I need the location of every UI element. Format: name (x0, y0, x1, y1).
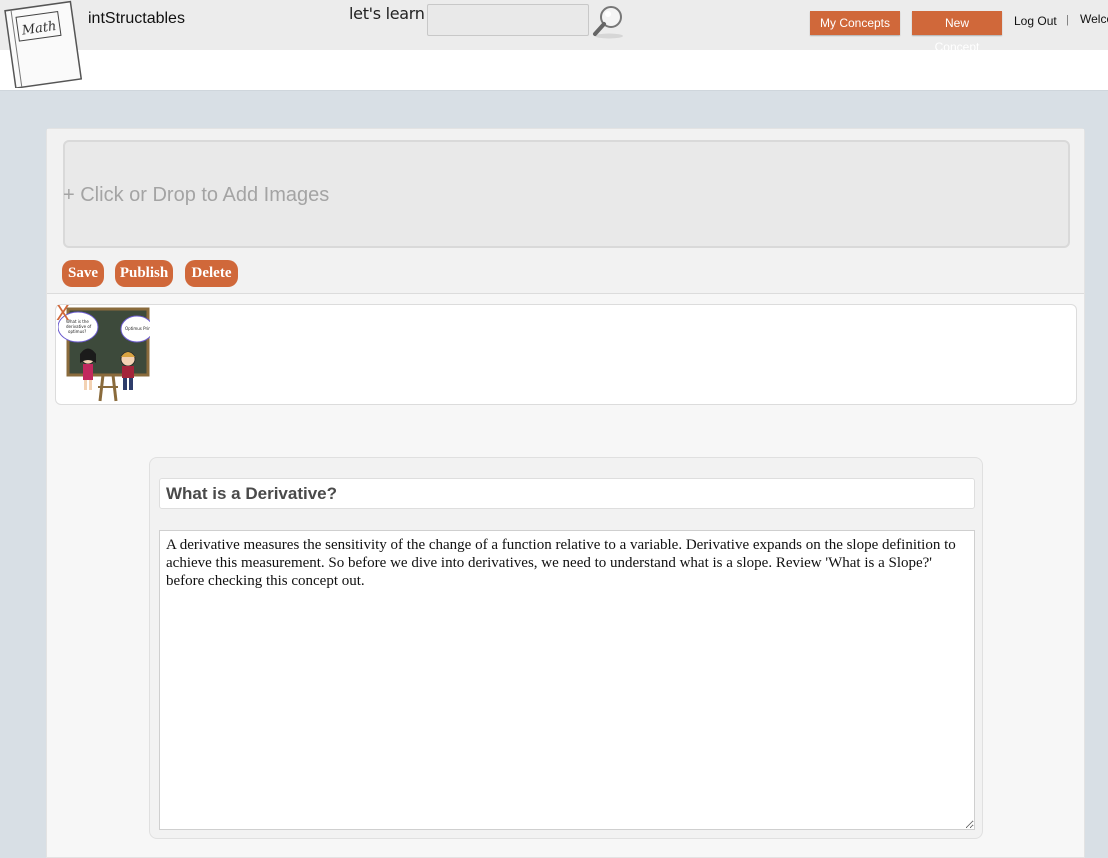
publish-button[interactable]: Publish (115, 260, 173, 287)
image-thumbnail[interactable]: What is the derivative of optimus? Optim… (58, 307, 150, 402)
concept-title-input[interactable] (159, 478, 975, 509)
svg-text:Optimus Prime!: Optimus Prime! (125, 326, 150, 331)
dropzone-label: + Click or Drop to Add Images (63, 184, 330, 206)
concept-editor-card: + Click or Drop to Add Images Save Publi… (46, 128, 1085, 858)
my-concepts-button[interactable]: My Concepts (810, 11, 900, 35)
logout-link[interactable]: Log Out (1014, 14, 1057, 28)
delete-button[interactable]: Delete (185, 260, 238, 287)
card-toolbar-area: + Click or Drop to Add Images Save Publi… (47, 129, 1084, 294)
welcome-text: Welco (1080, 12, 1108, 26)
concept-body-textarea[interactable]: A derivative measures the sensitivity of… (159, 530, 975, 830)
svg-text:optimus?: optimus? (68, 329, 86, 334)
image-dropzone[interactable]: + Click or Drop to Add Images (63, 140, 1070, 248)
math-notebook-logo[interactable]: Math (2, 0, 82, 88)
concept-form: A derivative measures the sensitivity of… (149, 457, 983, 839)
header-separator: | (1066, 14, 1069, 26)
save-button[interactable]: Save (62, 260, 104, 287)
new-concept-button[interactable]: New Concept (912, 11, 1002, 54)
tagline: let's learn (349, 4, 425, 23)
search-magnifier-icon[interactable] (592, 3, 626, 39)
remove-image-icon[interactable]: X (56, 303, 70, 323)
search-input[interactable] (427, 4, 589, 36)
image-strip: What is the derivative of optimus? Optim… (55, 303, 1077, 405)
brand-name[interactable]: intStructables (88, 10, 185, 28)
